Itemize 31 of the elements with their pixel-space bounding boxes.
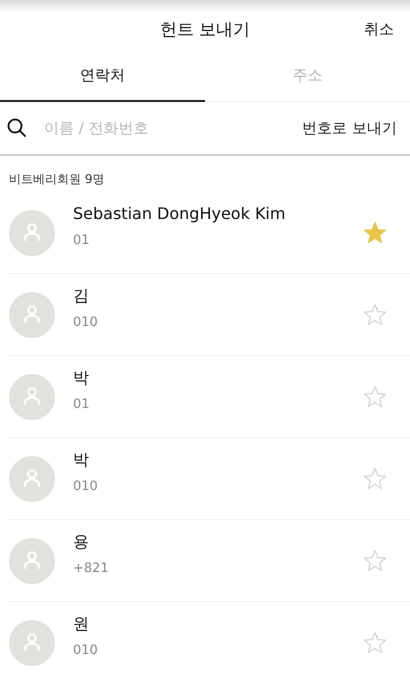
contact-name: 용 [73,531,89,554]
send-by-number-button[interactable]: 번호로 보내기 [302,116,397,140]
phone-number: 01 [73,232,90,250]
contact-name: 김 [73,285,89,308]
avatar-icon [9,374,55,420]
avatar-icon [9,456,55,502]
tab[interactable]: 연락처 [0,50,205,102]
search-icon [7,118,27,138]
phone-number: 01 [73,396,90,414]
contact-name: 원 [73,613,89,636]
cancel-button[interactable]: 취소 [364,18,394,40]
favorite-star-icon[interactable] [363,548,387,572]
search-field[interactable]: 이름 / 전화번호 [44,116,302,140]
phone-number: 010 [73,314,98,332]
contact-name: Sebastian DongHyeok Kim [73,203,286,226]
favorite-star-icon[interactable] [363,384,387,408]
avatar-icon [9,210,55,256]
phone-number: 010 [73,642,98,660]
favorite-star-icon[interactable] [363,302,387,326]
screen-title: 헌트 보내기 [160,19,250,42]
contact-name: 박 [73,367,89,390]
avatar-icon [9,620,55,666]
avatar-icon [9,292,55,338]
contact-name: 박 [73,449,89,472]
phone-number: +821 [73,560,109,578]
favorite-star-icon[interactable] [363,466,387,490]
phone-number: 010 [73,478,98,496]
favorite-star-icon[interactable] [363,630,387,654]
section-title: 비트베리회원 9명 [9,171,104,188]
favorite-star-icon[interactable] [363,220,387,244]
avatar-icon [9,538,55,584]
